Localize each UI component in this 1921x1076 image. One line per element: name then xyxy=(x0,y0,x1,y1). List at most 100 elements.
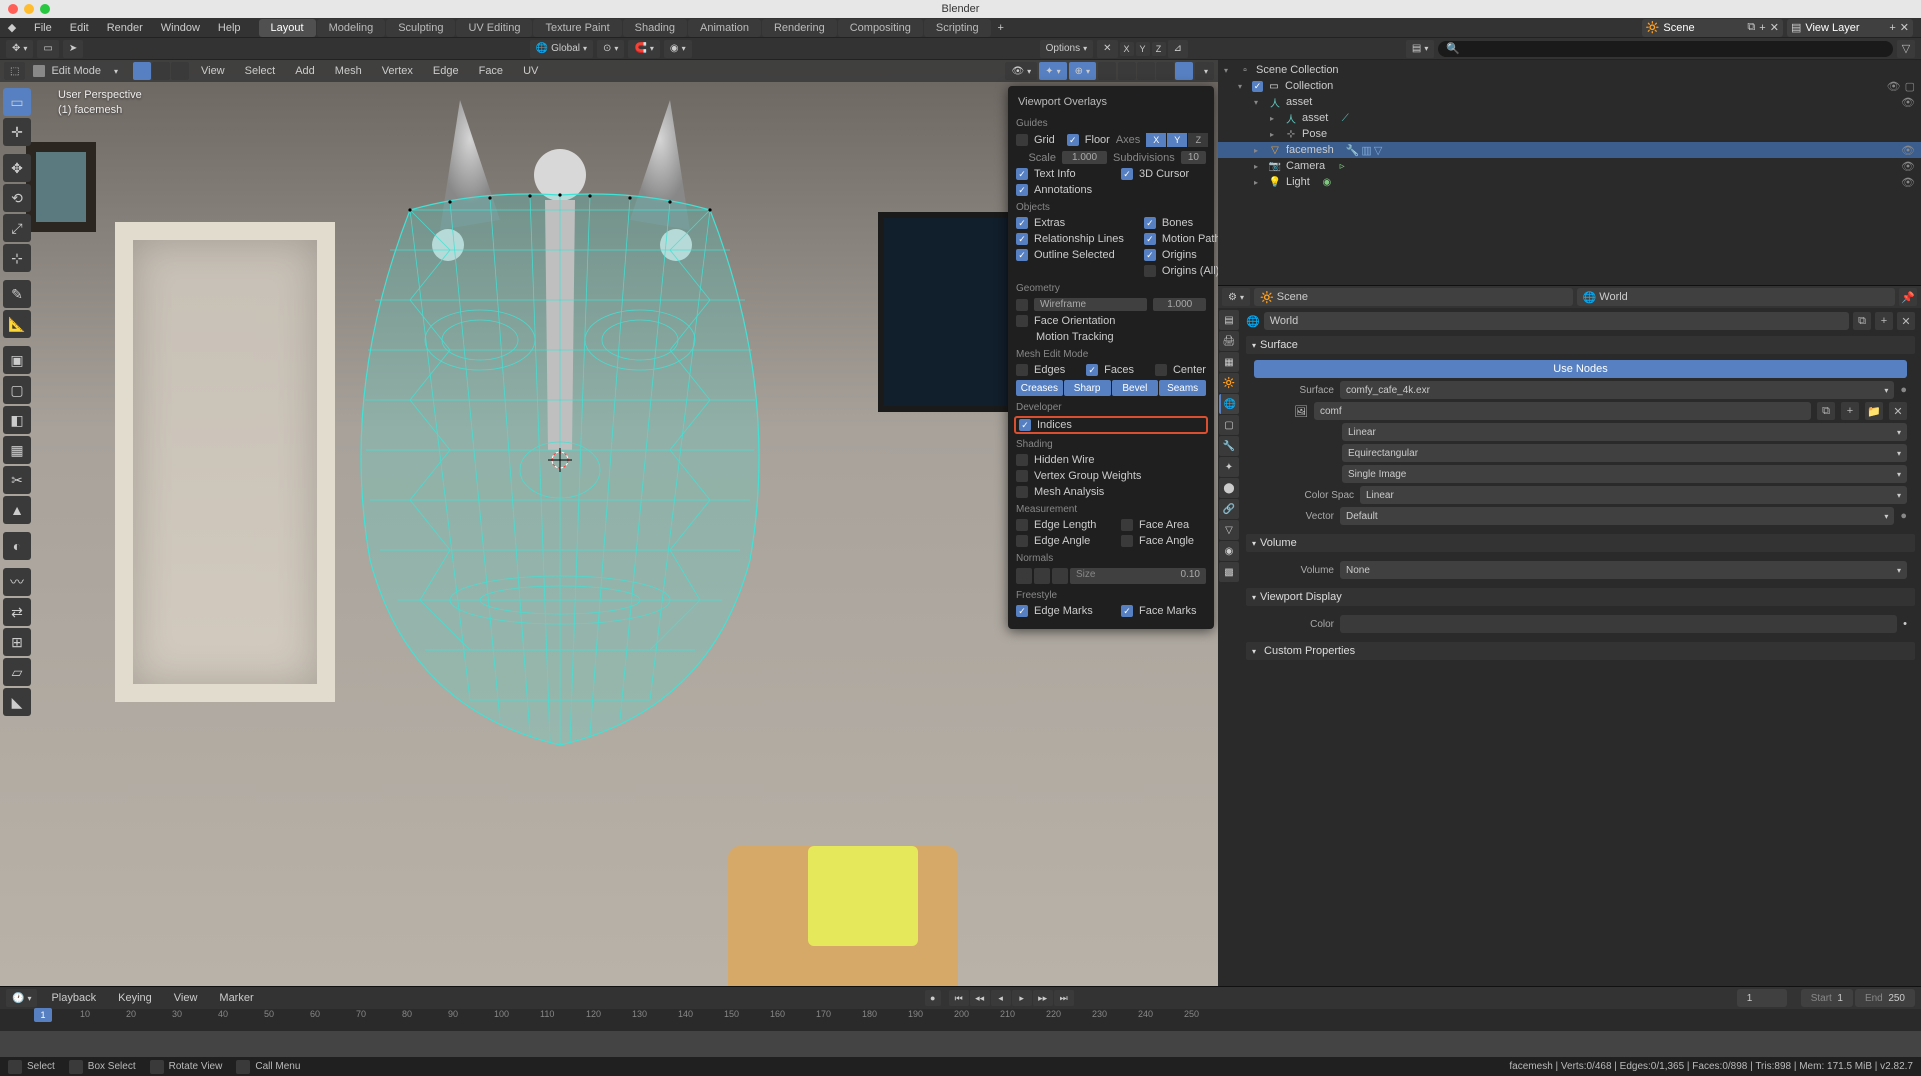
zoom-window-button[interactable] xyxy=(40,4,50,14)
origins-checkbox[interactable] xyxy=(1144,249,1156,261)
tab-sculpting[interactable]: Sculpting xyxy=(386,19,455,37)
origins-all-checkbox[interactable] xyxy=(1144,265,1156,277)
world-name-field[interactable]: World xyxy=(1264,312,1849,330)
img-new-icon[interactable]: + xyxy=(1841,402,1859,420)
world-tab[interactable]: 🌐 xyxy=(1219,394,1239,414)
edge-marks-checkbox[interactable] xyxy=(1016,605,1028,617)
face-area-checkbox[interactable] xyxy=(1121,519,1133,531)
edges-checkbox[interactable] xyxy=(1016,364,1028,376)
constraints-tab[interactable]: 🔗 xyxy=(1219,499,1239,519)
world-unlink[interactable]: ✕ xyxy=(1897,312,1915,330)
face-menu[interactable]: Face xyxy=(471,62,511,80)
edge-menu[interactable]: Edge xyxy=(425,62,467,80)
eye-icon[interactable]: 👁 xyxy=(1901,176,1915,189)
disable-icon[interactable]: ▢ xyxy=(1905,80,1915,93)
timeline-type[interactable]: 🕐 xyxy=(6,989,37,1007)
cursor-icon[interactable]: ➤ xyxy=(63,40,83,58)
vector-dropdown[interactable]: Default xyxy=(1340,507,1894,525)
select-menu[interactable]: Select xyxy=(237,62,284,80)
outline-sel-checkbox[interactable] xyxy=(1016,249,1028,261)
jump-prev-key[interactable]: ◂◂ xyxy=(970,990,990,1006)
layer-name-input[interactable] xyxy=(1805,22,1885,34)
scene-name-input[interactable] xyxy=(1663,22,1743,34)
tab-shading[interactable]: Shading xyxy=(623,19,687,37)
particles-tab[interactable]: ✦ xyxy=(1219,457,1239,477)
inset-tool[interactable]: ▢ xyxy=(3,376,31,404)
face-orient-checkbox[interactable] xyxy=(1016,315,1028,327)
gizmo-dropdown[interactable]: ✦ xyxy=(1039,62,1066,80)
transform-tool[interactable]: ⊹ xyxy=(3,244,31,272)
asset-data-row[interactable]: ▸人asset⟋ xyxy=(1218,110,1921,126)
face-marks-checkbox[interactable] xyxy=(1121,605,1133,617)
modifier-tab[interactable]: 🔧 xyxy=(1219,436,1239,456)
layer-new-icon[interactable]: + xyxy=(1889,22,1895,34)
scene-new-icon[interactable]: + xyxy=(1759,22,1765,34)
smooth-tool[interactable]: 〰 xyxy=(3,568,31,596)
scene-dup-icon[interactable]: ⧉ xyxy=(1747,21,1755,34)
menu-window[interactable]: Window xyxy=(153,20,208,36)
playhead[interactable]: 1 xyxy=(34,1008,52,1022)
current-frame[interactable]: 1 xyxy=(1737,989,1787,1007)
rip-tool[interactable]: ◣ xyxy=(3,688,31,716)
extras-checkbox[interactable] xyxy=(1016,217,1028,229)
mirror-z[interactable]: Z xyxy=(1152,42,1166,56)
texture-tab[interactable]: ▩ xyxy=(1219,562,1239,582)
vertex-menu[interactable]: Vertex xyxy=(374,62,421,80)
xray-toggle[interactable] xyxy=(1098,62,1116,80)
light-row[interactable]: ▸💡Light◉👁 xyxy=(1218,174,1921,190)
floor-checkbox[interactable] xyxy=(1067,134,1079,146)
rendered-shading[interactable] xyxy=(1175,62,1193,80)
viewport-display-header[interactable]: Viewport Display xyxy=(1246,588,1915,606)
bones-checkbox[interactable] xyxy=(1144,217,1156,229)
select-box-tool[interactable]: ▭ xyxy=(3,88,31,116)
eye-icon[interactable]: 👁 xyxy=(1901,144,1915,157)
lookdev-shading[interactable] xyxy=(1156,62,1174,80)
viewlayer-tab[interactable]: ▦ xyxy=(1219,352,1239,372)
facemesh-row[interactable]: ▸▽facemesh🔧▥▽👁 xyxy=(1218,142,1921,158)
scale-tool[interactable]: ⤢ xyxy=(3,214,31,242)
layer-del-icon[interactable]: ✕ xyxy=(1900,21,1909,34)
jump-end[interactable]: ⏭ xyxy=(1054,990,1074,1006)
grid-checkbox[interactable] xyxy=(1016,134,1028,146)
use-nodes-button[interactable]: Use Nodes xyxy=(1254,360,1907,378)
tab-compositing[interactable]: Compositing xyxy=(838,19,923,37)
uv-menu[interactable]: UV xyxy=(515,62,546,80)
seams-toggle[interactable]: Seams xyxy=(1159,380,1206,396)
face-angle-checkbox[interactable] xyxy=(1121,535,1133,547)
normal-vertex-toggle[interactable] xyxy=(1016,568,1032,584)
motion-paths-checkbox[interactable] xyxy=(1144,233,1156,245)
physics-tab[interactable]: ⬤ xyxy=(1219,478,1239,498)
mode-selector[interactable]: Edit Mode xyxy=(29,62,123,80)
mirror-y[interactable]: Y xyxy=(1136,42,1150,56)
view-menu[interactable]: View xyxy=(193,62,233,80)
tab-uv-editing[interactable]: UV Editing xyxy=(456,19,532,37)
center-checkbox[interactable] xyxy=(1155,364,1167,376)
rel-lines-checkbox[interactable] xyxy=(1016,233,1028,245)
bevel-toggle[interactable]: Bevel xyxy=(1112,380,1159,396)
scene-selector[interactable]: 🔆 ⧉ + ✕ xyxy=(1642,19,1783,37)
extrude-tool[interactable]: ▣ xyxy=(3,346,31,374)
timeline-track[interactable] xyxy=(0,1031,1921,1057)
axis-z[interactable]: Z xyxy=(1188,133,1208,147)
options-dropdown[interactable]: Options xyxy=(1040,40,1093,58)
projection-dropdown[interactable]: Equirectangular xyxy=(1342,444,1907,462)
mirror-icon[interactable]: ✕ xyxy=(1097,40,1117,58)
marker-menu[interactable]: Marker xyxy=(211,989,261,1007)
asset-armature-row[interactable]: ▾人asset👁 xyxy=(1218,94,1921,110)
polybuild-tool[interactable]: ▲ xyxy=(3,496,31,524)
face-select-mode[interactable] xyxy=(171,62,189,80)
normal-face-toggle[interactable] xyxy=(1052,568,1068,584)
cursor-tool-dropdown[interactable]: ✥ xyxy=(6,40,33,58)
view-layer-selector[interactable]: ▤ + ✕ xyxy=(1787,19,1913,37)
wireframe-checkbox[interactable] xyxy=(1016,299,1028,311)
end-frame[interactable]: End 250 xyxy=(1855,989,1915,1007)
sharp-toggle[interactable]: Sharp xyxy=(1064,380,1111,396)
mesh-menu[interactable]: Mesh xyxy=(327,62,370,80)
spin-tool[interactable]: ◐ xyxy=(3,532,31,560)
jump-next-key[interactable]: ▸▸ xyxy=(1033,990,1053,1006)
bevel-tool[interactable]: ◧ xyxy=(3,406,31,434)
edge-length-checkbox[interactable] xyxy=(1016,519,1028,531)
axis-y[interactable]: Y xyxy=(1167,133,1187,147)
wireframe-shading[interactable] xyxy=(1118,62,1136,80)
proportional-dropdown[interactable]: ◉ xyxy=(664,40,692,58)
